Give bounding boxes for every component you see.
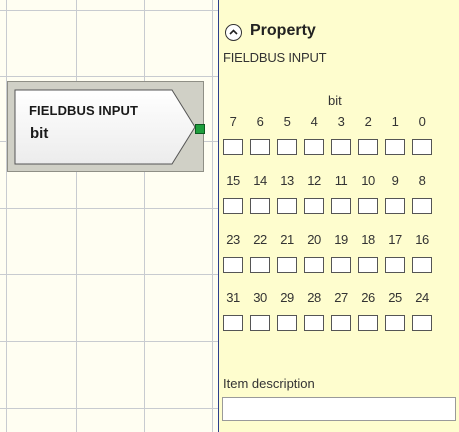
bit-number-label: 20	[307, 232, 321, 247]
bit-checkbox[interactable]	[277, 198, 297, 214]
grid-line	[6, 0, 7, 432]
bit-checkbox[interactable]	[412, 198, 432, 214]
bit-checkbox[interactable]	[331, 315, 351, 331]
block-title: FIELDBUS INPUT	[29, 103, 139, 118]
bit-number-label: 10	[361, 173, 375, 188]
bit-checkbox[interactable]	[277, 139, 297, 155]
bit-number-label: 14	[253, 173, 267, 188]
bit-number-label: 22	[253, 232, 267, 247]
bit-number-label: 29	[280, 290, 294, 305]
bit-checkbox[interactable]	[385, 198, 405, 214]
bit-checkbox[interactable]	[331, 198, 351, 214]
bit-number-label: 19	[334, 232, 348, 247]
bit-number-label: 18	[361, 232, 375, 247]
bit-number-label: 1	[391, 114, 399, 129]
description-input[interactable]	[222, 397, 456, 421]
bit-number-label: 21	[280, 232, 294, 247]
grid-line	[76, 0, 77, 432]
property-panel: Property FIELDBUS INPUT bit 7 6 5 4 3 2 1 0 15 14…	[219, 0, 459, 432]
grid-line	[0, 341, 218, 342]
panel-title: Property	[250, 22, 316, 39]
bit-checkbox[interactable]	[250, 198, 270, 214]
bit-checkbox[interactable]	[385, 139, 405, 155]
grid-line	[0, 274, 218, 275]
bit-checkbox[interactable]	[358, 198, 378, 214]
bit-number-label: 5	[283, 114, 291, 129]
bit-number-label: 0	[418, 114, 426, 129]
bit-checkbox[interactable]	[304, 257, 324, 273]
bit-checkbox[interactable]	[385, 315, 405, 331]
grid-line	[0, 76, 218, 77]
bit-checkbox[interactable]	[250, 315, 270, 331]
bit-number-label: 13	[280, 173, 294, 188]
bit-checkbox[interactable]	[412, 139, 432, 155]
panel-subtitle: FIELDBUS INPUT	[223, 50, 327, 65]
bit-checkbox[interactable]	[412, 315, 432, 331]
bit-checkbox[interactable]	[250, 139, 270, 155]
bit-number-label: 26	[361, 290, 375, 305]
bit-number-label: 25	[388, 290, 402, 305]
output-pin[interactable]	[195, 124, 205, 134]
bit-number-label: 9	[391, 173, 399, 188]
bit-checkbox[interactable]	[223, 139, 243, 155]
bit-number-label: 8	[418, 173, 426, 188]
bit-checkbox[interactable]	[250, 257, 270, 273]
bit-header: bit	[328, 93, 342, 108]
fieldbus-input-block-selection[interactable]: FIELDBUS INPUT bit	[7, 81, 205, 172]
collapse-button[interactable]	[225, 24, 242, 41]
bit-number-label: 4	[310, 114, 318, 129]
bit-number-label: 27	[334, 290, 348, 305]
bit-number-label: 3	[337, 114, 345, 129]
bit-checkbox[interactable]	[304, 139, 324, 155]
bit-number-label: 16	[415, 232, 429, 247]
bit-number-label: 31	[226, 290, 240, 305]
grid-line	[0, 408, 218, 409]
bit-checkbox[interactable]	[304, 198, 324, 214]
bit-number-label: 28	[307, 290, 321, 305]
grid-line	[212, 0, 213, 432]
bit-number-label: 15	[226, 173, 240, 188]
bit-number-label: 12	[307, 173, 321, 188]
bit-number-label: 30	[253, 290, 267, 305]
block-subtitle: bit	[30, 125, 49, 142]
bit-checkbox[interactable]	[277, 315, 297, 331]
bit-checkbox[interactable]	[331, 139, 351, 155]
fieldbus-input-block[interactable]: FIELDBUS INPUT bit	[14, 89, 205, 165]
bit-checkbox[interactable]	[358, 257, 378, 273]
bit-number-label: 24	[415, 290, 429, 305]
bit-number-label: 11	[334, 173, 348, 188]
bit-checkbox[interactable]	[385, 257, 405, 273]
bit-number-label: 7	[229, 114, 237, 129]
bit-checkbox[interactable]	[331, 257, 351, 273]
grid-line	[0, 10, 218, 11]
bit-number-label: 2	[364, 114, 372, 129]
chevron-up-icon	[229, 29, 238, 35]
bit-checkbox[interactable]	[304, 315, 324, 331]
design-canvas[interactable]: FIELDBUS INPUT bit	[0, 0, 218, 432]
bit-checkbox[interactable]	[412, 257, 432, 273]
bit-checkbox[interactable]	[223, 315, 243, 331]
bit-checkbox[interactable]	[358, 315, 378, 331]
description-label: Item description	[223, 376, 315, 391]
bit-number-label: 17	[388, 232, 402, 247]
bit-checkbox[interactable]	[358, 139, 378, 155]
bit-checkbox[interactable]	[277, 257, 297, 273]
bit-checkbox[interactable]	[223, 257, 243, 273]
grid-line	[144, 0, 145, 432]
bit-number-label: 6	[256, 114, 264, 129]
bit-number-label: 23	[226, 232, 240, 247]
grid-line	[0, 208, 218, 209]
bit-checkbox[interactable]	[223, 198, 243, 214]
